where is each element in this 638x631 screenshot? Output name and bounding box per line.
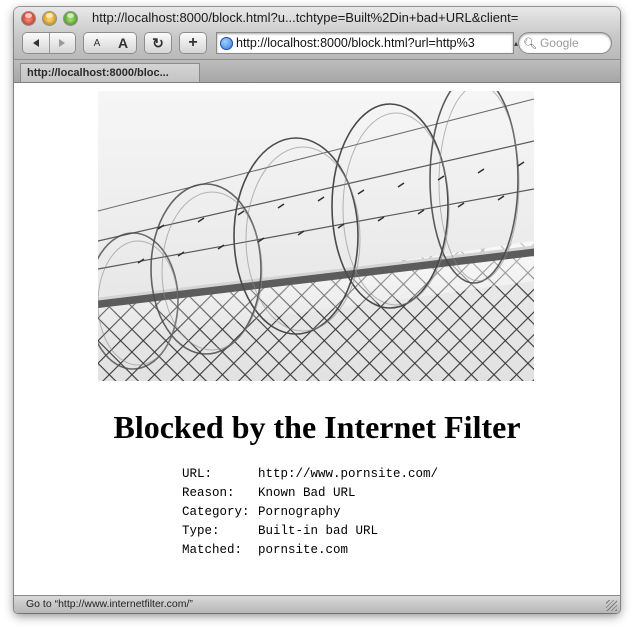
detail-value: Pornography: [258, 505, 341, 519]
browser-window: http://localhost:8000/block.html?u...tch…: [14, 7, 620, 613]
detail-label: Type:: [182, 524, 220, 538]
zoom-window-button[interactable]: [64, 12, 77, 25]
add-bookmark-button[interactable]: +: [180, 33, 206, 53]
search-field[interactable]: 🔍︎ Google: [519, 33, 611, 53]
status-bar: Go to “http://www.internetfilter.com/”: [14, 595, 620, 613]
reload-icon: ↻: [152, 34, 164, 51]
forward-arrow-icon: [59, 39, 66, 47]
text-bigger-button[interactable]: A: [110, 35, 136, 51]
status-text: Go to “http://www.internetfilter.com/”: [26, 598, 193, 610]
page-title: Blocked by the Internet Filter: [113, 409, 521, 445]
back-forward-group: [23, 33, 75, 53]
detail-label: Reason:: [182, 486, 235, 500]
back-arrow-icon: [32, 39, 39, 47]
page-content: Blocked by the Internet Filter URL: http…: [14, 83, 620, 595]
text-smaller-button[interactable]: A: [84, 38, 110, 49]
detail-label: URL:: [182, 467, 213, 481]
reload-button[interactable]: ↻: [145, 33, 171, 53]
tab-current[interactable]: http://localhost:8000/bloc...: [20, 63, 200, 82]
block-details-table: URL: http://www.pornsite.com/ Reason: Kn…: [182, 467, 438, 562]
search-placeholder: Google: [539, 36, 579, 50]
address-bar[interactable]: http://localhost:8000/block.html?url=htt…: [217, 33, 513, 53]
close-window-button[interactable]: [22, 12, 35, 25]
resize-grip-icon[interactable]: [606, 600, 617, 611]
detail-label: Category:: [182, 505, 250, 519]
minimize-window-button[interactable]: [43, 12, 56, 25]
back-button[interactable]: [23, 33, 49, 53]
forward-button[interactable]: [48, 33, 76, 53]
search-icon: 🔍︎: [523, 37, 537, 50]
address-text: http://localhost:8000/block.html?url=htt…: [236, 36, 475, 50]
detail-row-url: URL: http://www.pornsite.com/: [182, 467, 438, 486]
detail-value: Known Bad URL: [258, 486, 356, 500]
tab-bar: http://localhost:8000/bloc...: [14, 60, 620, 83]
detail-row-matched: Matched: pornsite.com: [182, 543, 438, 562]
detail-row-reason: Reason: Known Bad URL: [182, 486, 438, 505]
detail-value: pornsite.com: [258, 543, 349, 557]
detail-label: Matched:: [182, 543, 243, 557]
detail-row-category: Category: Pornography: [182, 505, 438, 524]
title-bar: http://localhost:8000/block.html?u...tch…: [14, 7, 620, 60]
window-title: http://localhost:8000/block.html?u...tch…: [92, 10, 519, 25]
globe-icon: [220, 36, 233, 50]
barbed-wire-fence-image: [98, 91, 534, 381]
detail-value: http://www.pornsite.com/: [258, 467, 439, 481]
detail-row-type: Type: Built-in bad URL: [182, 524, 438, 543]
text-size-group: A A: [84, 33, 136, 53]
detail-value: Built-in bad URL: [258, 524, 379, 538]
